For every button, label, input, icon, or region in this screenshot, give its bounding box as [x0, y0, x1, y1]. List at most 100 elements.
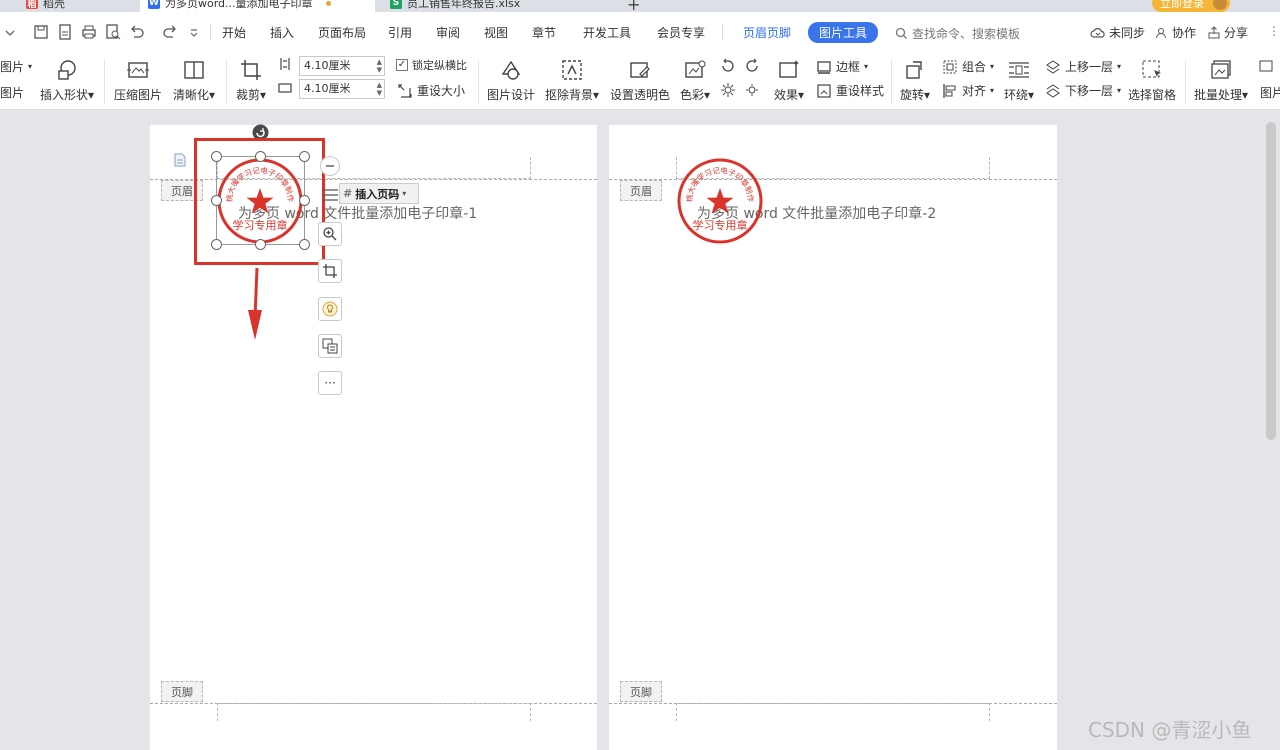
footer-area[interactable]: [217, 703, 531, 721]
rotate-left-icon[interactable]: [720, 58, 736, 74]
sheet-file-icon: S: [390, 0, 402, 9]
picture-button[interactable]: 图片: [0, 84, 24, 101]
tab-label: 为多页word...量添加电子印章: [165, 0, 313, 10]
insert-page-number-button[interactable]: # 插入页码 ▾: [339, 183, 419, 204]
bring-forward-label: 上移一层: [1065, 60, 1114, 74]
csdn-watermark: CSDN @青涩小鱼: [1088, 718, 1252, 742]
menu-page-layout[interactable]: 页面布局: [318, 24, 366, 41]
menu-section[interactable]: 章节: [532, 24, 556, 41]
zoom-in-icon: [323, 227, 337, 241]
menu-member[interactable]: 会员专享: [657, 24, 705, 41]
width-value: 4.10厘米: [304, 59, 351, 72]
brightness-up-icon[interactable]: [720, 82, 736, 98]
height-icon: [280, 58, 290, 70]
print-preview-icon[interactable]: [104, 23, 122, 41]
quick-access-more-icon[interactable]: [188, 23, 200, 41]
picture-icon: [1259, 60, 1273, 72]
crop-button[interactable]: 裁剪▾: [232, 56, 270, 103]
selection-pane-label: 选择窗格: [1127, 88, 1176, 102]
command-search[interactable]: 查找命令、搜索模板: [895, 25, 1020, 42]
border-icon: [817, 60, 831, 74]
divider: [891, 60, 892, 104]
group-icon: [943, 60, 957, 73]
tab-daoke[interactable]: 稻 稻壳: [18, 0, 130, 12]
export-pdf-icon[interactable]: [56, 23, 74, 41]
more-options-button[interactable]: ···: [318, 371, 342, 395]
picture-to-text-button[interactable]: [318, 334, 342, 358]
picture-overflow-button[interactable]: [1258, 58, 1274, 74]
sync-status[interactable]: 未同步: [1090, 24, 1145, 41]
chevron-down-icon[interactable]: [4, 27, 16, 39]
menu-references[interactable]: 引用: [388, 24, 412, 41]
batch-process-button[interactable]: 批量处理▾: [1192, 56, 1250, 103]
picture-design-button[interactable]: 图片设计: [487, 56, 535, 103]
zoom-picture-button[interactable]: [318, 222, 342, 246]
border-button[interactable]: 边框 ▾: [816, 58, 868, 75]
remove-background-button[interactable]: 抠除背景▾: [544, 56, 600, 103]
redo-icon[interactable]: [161, 23, 179, 41]
menu-header-footer[interactable]: 页眉页脚: [743, 24, 791, 41]
menu-picture-tools[interactable]: 图片工具: [808, 22, 879, 43]
layout-options-icon: [322, 189, 338, 201]
picture-width-input[interactable]: 4.10厘米 ▲ ▼: [299, 56, 385, 76]
menu-bar: 开始 插入 页面布局 引用 审阅 视图 章节 开发工具 会员专享 页眉页脚 图片…: [0, 12, 1280, 54]
collapse-toolbar-button[interactable]: [320, 156, 340, 176]
collab-button[interactable]: 协作: [1155, 24, 1196, 41]
remove-background-icon: [562, 60, 582, 80]
insert-shape-label: 插入形状: [39, 88, 88, 102]
reset-style-button[interactable]: 重设样式: [816, 82, 884, 99]
wrap-text-button[interactable]: 环绕▾: [1002, 56, 1036, 103]
tab-label: 员工销售年终报告.xlsx: [407, 0, 521, 10]
more-menu-icon[interactable]: ⋮: [1268, 24, 1280, 38]
lock-aspect-ratio-checkbox[interactable]: ✓ 锁定纵横比: [396, 57, 467, 73]
group-button[interactable]: 组合 ▾: [942, 58, 994, 75]
set-transparent-color-button[interactable]: 设置透明色: [610, 56, 670, 103]
lightbulb-icon: [322, 301, 338, 317]
save-icon[interactable]: [32, 23, 50, 41]
reset-size-button[interactable]: 重设大小: [397, 82, 465, 99]
send-backward-button[interactable]: 下移一层 ▾: [1045, 82, 1121, 99]
star-icon: [706, 188, 734, 214]
bring-forward-button[interactable]: 上移一层 ▾: [1045, 58, 1121, 75]
menu-review[interactable]: 审阅: [436, 24, 460, 41]
unsaved-dot-icon: [325, 0, 331, 6]
print-icon[interactable]: [80, 23, 98, 41]
align-button[interactable]: 对齐 ▾: [942, 82, 994, 99]
vertical-scrollbar[interactable]: [1266, 122, 1276, 440]
new-tab-button[interactable]: +: [627, 0, 640, 12]
crop-label: 裁剪: [235, 88, 260, 102]
share-button[interactable]: 分享: [1207, 24, 1248, 41]
change-picture-button[interactable]: 图片 ▾: [0, 58, 32, 75]
compress-picture-button[interactable]: 压缩图片: [114, 56, 162, 103]
menu-insert[interactable]: 插入: [270, 24, 294, 41]
share-icon: [1208, 25, 1220, 38]
selection-pane-button[interactable]: 选择窗格: [1127, 56, 1177, 103]
crop-picture-button[interactable]: [318, 259, 342, 283]
electronic-stamp-2[interactable]: 桃大嘴学习记电子印章制作 学习专用章: [676, 157, 764, 245]
picture-height-input[interactable]: 4.10厘米 ▲ ▼: [299, 79, 385, 99]
login-button[interactable]: 立即登录: [1152, 0, 1230, 12]
smart-tips-button[interactable]: [318, 297, 342, 321]
menu-view[interactable]: 视图: [484, 24, 508, 41]
rotate-right-icon[interactable]: [744, 58, 760, 74]
picture-label: 图片: [0, 60, 25, 74]
tab-xlsx[interactable]: S 员工销售年终报告.xlsx: [382, 0, 617, 12]
shape-icon: [58, 60, 76, 80]
tab-word-doc[interactable]: W 为多页word...量添加电子印章: [140, 0, 375, 12]
divider: [226, 60, 227, 104]
clarify-button[interactable]: 清晰化▾: [170, 56, 218, 103]
width-spinner[interactable]: ▲ ▼: [377, 58, 382, 74]
color-button[interactable]: 色彩▾: [678, 56, 712, 103]
effects-button[interactable]: 效果▾: [772, 56, 806, 103]
menu-home[interactable]: 开始: [222, 24, 246, 41]
undo-icon[interactable]: [128, 23, 146, 41]
footer-area[interactable]: [676, 703, 990, 721]
menu-developer[interactable]: 开发工具: [583, 24, 631, 41]
brightness-down-icon[interactable]: [744, 82, 760, 98]
border-label: 边框: [836, 60, 861, 74]
stamp-bottom-text: 学习专用章: [693, 218, 748, 232]
picture-overflow-label[interactable]: 图片: [1260, 84, 1280, 101]
rotate-button[interactable]: 旋转▾: [898, 56, 932, 103]
insert-shape-button[interactable]: 插入形状▾: [40, 56, 94, 103]
height-spinner[interactable]: ▲ ▼: [377, 81, 382, 97]
